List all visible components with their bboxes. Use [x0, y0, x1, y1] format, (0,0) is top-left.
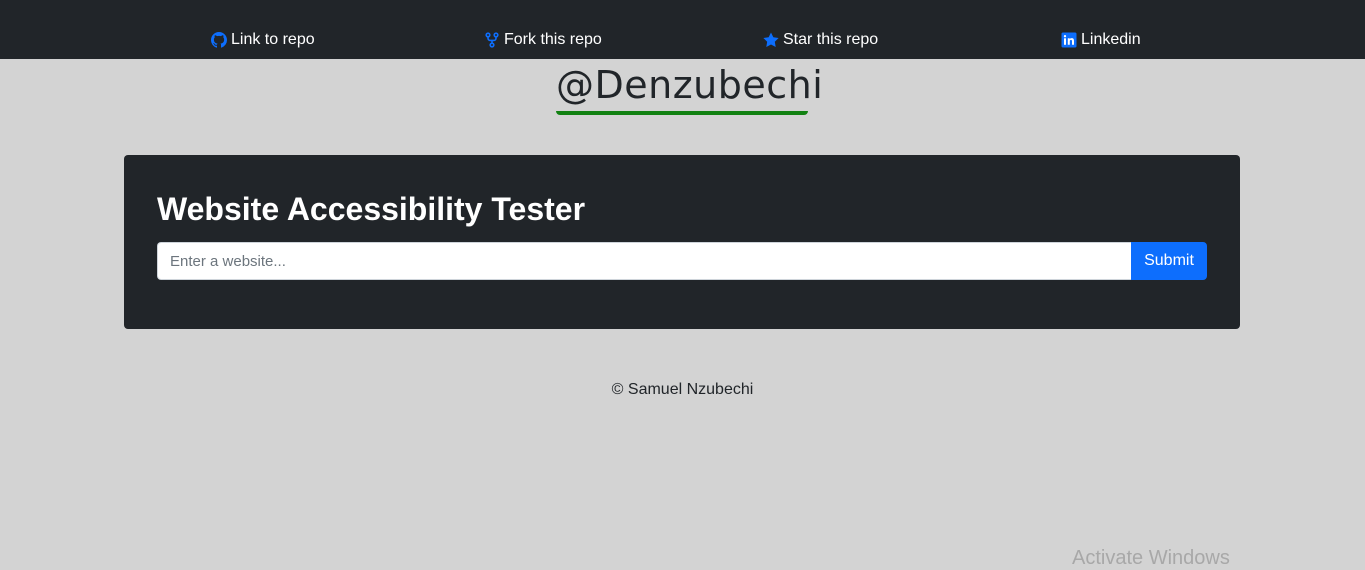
nav-link-fork[interactable]: Fork this repo [484, 30, 602, 50]
nav-link-star-label: Star this repo [783, 31, 879, 48]
brand-handle: @Denzubechi [556, 63, 824, 107]
nav-link-repo-label: Link to repo [231, 31, 315, 48]
github-icon [211, 32, 227, 48]
footer-copyright: © Samuel Nzubechi [611, 381, 754, 398]
website-form: Submit [157, 242, 1207, 280]
top-nav: Link to repo Fork this repo Star this re… [0, 0, 1365, 59]
nav-link-star[interactable]: Star this repo [763, 30, 878, 50]
linkedin-icon [1061, 32, 1077, 48]
nav-link-linkedin[interactable]: Linkedin [1061, 30, 1141, 50]
brand-header: @Denzubechi [556, 62, 823, 115]
nav-link-repo[interactable]: Link to repo [211, 30, 315, 50]
activate-windows-watermark: Activate Windows [1072, 547, 1230, 569]
website-input[interactable] [157, 242, 1131, 280]
nav-link-linkedin-label: Linkedin [1081, 31, 1141, 48]
tester-title: Website Accessibility Tester [157, 191, 586, 227]
nav-link-fork-label: Fork this repo [504, 31, 602, 48]
fork-icon [484, 32, 500, 48]
star-icon [763, 32, 779, 48]
submit-button[interactable]: Submit [1131, 242, 1207, 280]
tester-card: Website Accessibility Tester Submit [124, 155, 1240, 329]
